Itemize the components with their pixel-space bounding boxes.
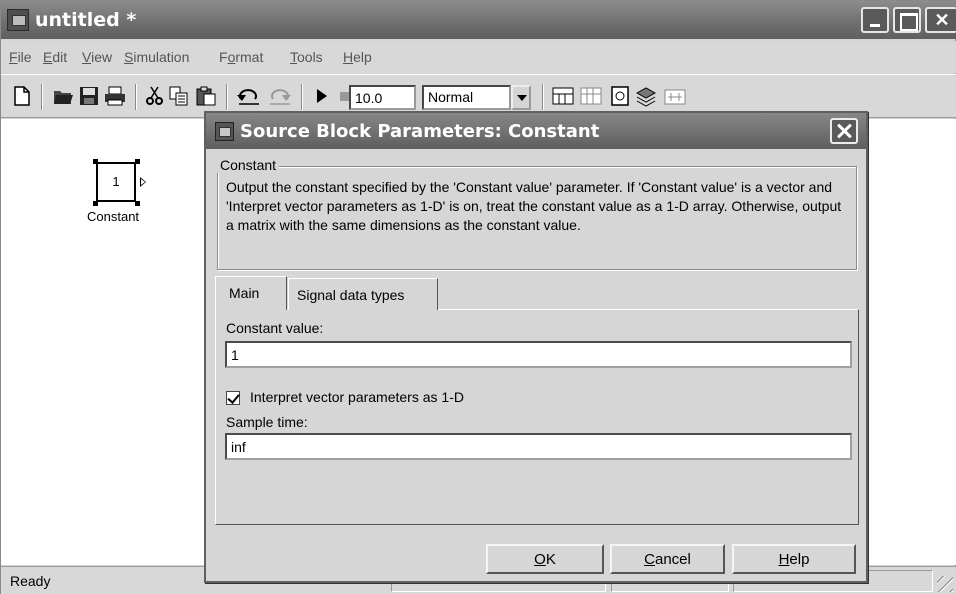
open-icon[interactable] <box>52 85 74 107</box>
tab-signal-data-types[interactable]: Signal data types <box>288 278 438 310</box>
block-parameters-dialog: Source Block Parameters: Constant Consta… <box>204 111 868 583</box>
cancel-button[interactable]: Cancel <box>610 544 725 574</box>
tab-main[interactable]: Main <box>215 276 287 310</box>
block-description: Output the constant specified by the 'Co… <box>226 179 842 233</box>
ok-button[interactable]: OK <box>486 544 604 574</box>
selection-handle[interactable] <box>93 201 98 206</box>
constant-block-value: 1 <box>112 174 120 189</box>
simulink-block-icon <box>215 122 234 141</box>
maximize-button[interactable] <box>893 7 921 33</box>
menu-format[interactable]: Format <box>219 49 263 65</box>
constant-block-label[interactable]: Constant <box>87 209 139 224</box>
dialog-close-button[interactable] <box>830 118 858 144</box>
menu-bar: File Edit View Simulation Format Tools H… <box>1 41 956 73</box>
paste-icon[interactable] <box>195 85 217 107</box>
print-icon[interactable] <box>103 85 125 107</box>
sample-time-label: Sample time: <box>226 414 308 430</box>
menu-file[interactable]: File <box>9 49 32 65</box>
cut-icon[interactable] <box>144 85 166 107</box>
build-icon[interactable] <box>551 85 574 107</box>
dialog-title: Source Block Parameters: Constant <box>240 121 600 142</box>
undo-icon[interactable] <box>236 85 259 107</box>
debugger-icon[interactable] <box>663 85 686 107</box>
model-explorer-icon[interactable] <box>634 85 657 107</box>
library-browser-icon[interactable] <box>609 85 631 107</box>
sample-time-input[interactable] <box>225 433 852 460</box>
simulink-app-icon[interactable] <box>7 9 29 31</box>
save-icon[interactable] <box>78 85 100 107</box>
resize-grip-icon[interactable] <box>937 576 953 592</box>
selection-handle[interactable] <box>135 159 140 164</box>
dialog-titlebar[interactable]: Source Block Parameters: Constant <box>206 113 866 149</box>
constant-value-label: Constant value: <box>226 320 324 336</box>
redo-icon[interactable] <box>267 85 291 107</box>
selection-handle[interactable] <box>135 201 140 206</box>
menu-help[interactable]: Help <box>343 49 372 65</box>
simulation-mode-select[interactable]: Normal <box>422 85 511 110</box>
window-titlebar[interactable]: untitled * ✕ <box>1 1 956 39</box>
group-title: Constant <box>217 157 280 173</box>
window-close-button[interactable]: ✕ <box>925 7 956 33</box>
chevron-down-icon[interactable] <box>511 85 531 110</box>
interpret-vector-checkbox[interactable] <box>226 391 240 405</box>
toolbar-separator <box>542 84 544 110</box>
stop-time-input[interactable] <box>349 85 416 110</box>
menu-tools[interactable]: Tools <box>290 49 323 65</box>
minimize-button[interactable] <box>861 7 889 33</box>
toolbar-separator <box>135 84 137 110</box>
window-title: untitled * <box>35 9 137 31</box>
menu-simulation[interactable]: Simulation <box>124 49 189 65</box>
menu-edit[interactable]: Edit <box>43 49 67 65</box>
constant-block[interactable]: 1 <box>96 162 136 202</box>
run-icon[interactable] <box>311 85 333 107</box>
new-model-icon[interactable] <box>11 85 33 107</box>
help-button[interactable]: Help <box>732 544 856 574</box>
update-diagram-icon[interactable] <box>579 85 602 107</box>
status-text: Ready <box>10 573 51 589</box>
output-port-icon[interactable] <box>140 177 146 187</box>
toolbar-separator <box>301 84 303 110</box>
toolbar-separator <box>226 84 228 110</box>
toolbar-separator <box>41 84 43 110</box>
selection-handle[interactable] <box>93 159 98 164</box>
copy-icon[interactable] <box>168 85 190 107</box>
menu-view[interactable]: View <box>82 49 112 65</box>
interpret-vector-label[interactable]: Interpret vector parameters as 1-D <box>250 389 464 405</box>
constant-value-input[interactable] <box>225 341 852 368</box>
